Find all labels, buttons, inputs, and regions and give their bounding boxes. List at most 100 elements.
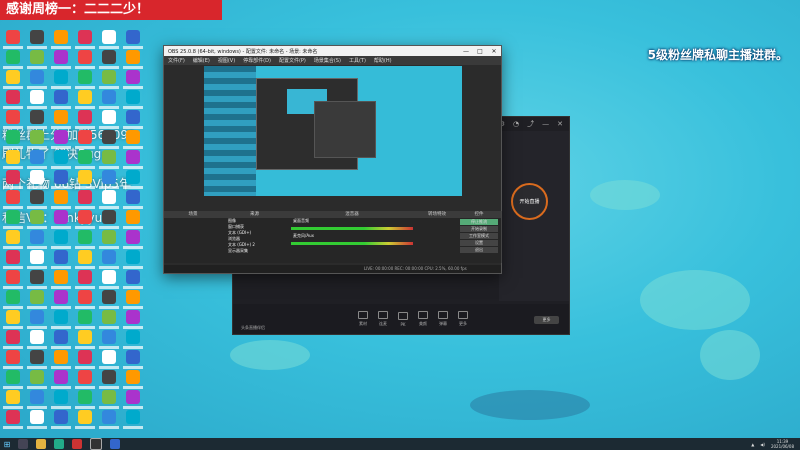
desktop-shortcut-icon[interactable] <box>50 230 72 250</box>
bell-icon[interactable]: ◔ <box>513 120 519 128</box>
menu-tools[interactable]: 工具(T) <box>349 57 366 64</box>
desktop-shortcut-icon[interactable] <box>98 230 120 250</box>
desktop-shortcut-icon[interactable] <box>26 230 48 250</box>
desktop-shortcut-icon[interactable] <box>2 330 24 350</box>
desktop-shortcut-icon[interactable] <box>50 50 72 70</box>
tool-material[interactable]: 素材 <box>358 311 368 327</box>
network-icon[interactable]: ▲ <box>751 442 754 447</box>
desktop-shortcut-icon[interactable] <box>74 70 96 90</box>
more-button[interactable]: 更多 <box>534 316 559 324</box>
desktop-shortcut-icon[interactable] <box>74 230 96 250</box>
desktop-shortcut-icon[interactable] <box>2 70 24 90</box>
tool-link-mic[interactable]: 连麦 <box>378 311 388 327</box>
clock[interactable]: 11:39 2021/06/08 <box>771 439 794 449</box>
desktop-shortcut-icon[interactable] <box>122 390 144 410</box>
desktop-shortcut-icon[interactable] <box>26 310 48 330</box>
start-recording-button[interactable]: 开始录制 <box>460 226 498 232</box>
menu-file[interactable]: 文件(F) <box>168 57 185 64</box>
desktop-shortcut-icon[interactable] <box>50 170 72 190</box>
desktop-shortcut-icon[interactable] <box>26 250 48 270</box>
desktop-shortcut-icon[interactable] <box>50 290 72 310</box>
desktop-shortcut-icon[interactable] <box>98 90 120 110</box>
desktop-shortcut-icon[interactable] <box>122 210 144 230</box>
desktop-shortcut-icon[interactable] <box>98 70 120 90</box>
desktop-shortcut-icon[interactable] <box>98 410 120 430</box>
desktop-shortcut-icon[interactable] <box>2 110 24 130</box>
desktop-shortcut-icon[interactable] <box>2 230 24 250</box>
desktop-shortcut-icon[interactable] <box>98 50 120 70</box>
desktop-shortcut-icon[interactable] <box>2 190 24 210</box>
desktop-shortcut-icon[interactable] <box>74 90 96 110</box>
desktop-shortcut-icon[interactable] <box>2 210 24 230</box>
desktop-shortcut-icon[interactable] <box>74 390 96 410</box>
desktop-shortcut-icon[interactable] <box>74 310 96 330</box>
search-icon[interactable] <box>18 439 28 449</box>
desktop-shortcut-icon[interactable] <box>2 290 24 310</box>
desktop-shortcut-icon[interactable] <box>2 310 24 330</box>
desktop-shortcut-icon[interactable] <box>26 290 48 310</box>
desktop-shortcut-icon[interactable] <box>122 310 144 330</box>
desktop-shortcut-icon[interactable] <box>98 310 120 330</box>
app-icon[interactable] <box>72 439 82 449</box>
desktop-shortcut-icon[interactable] <box>50 150 72 170</box>
desktop-shortcut-icon[interactable] <box>98 370 120 390</box>
desktop-shortcut-icon[interactable] <box>74 50 96 70</box>
desktop-shortcut-icon[interactable] <box>122 190 144 210</box>
desktop-shortcut-icon[interactable] <box>98 190 120 210</box>
desktop-shortcut-icon[interactable] <box>50 270 72 290</box>
desktop-shortcut-icon[interactable] <box>26 210 48 230</box>
desktop-shortcut-icon[interactable] <box>74 190 96 210</box>
menu-edit[interactable]: 编辑(E) <box>193 57 210 64</box>
desktop-shortcut-icon[interactable] <box>26 170 48 190</box>
menu-view[interactable]: 视图(V) <box>218 57 235 64</box>
desktop-shortcut-icon[interactable] <box>26 370 48 390</box>
desktop-shortcut-icon[interactable] <box>2 150 24 170</box>
desktop-shortcut-icon[interactable] <box>50 410 72 430</box>
desktop-shortcut-icon[interactable] <box>2 390 24 410</box>
maximize-icon[interactable]: □ <box>473 48 487 55</box>
desktop-shortcut-icon[interactable] <box>74 130 96 150</box>
desktop-shortcut-icon[interactable] <box>26 130 48 150</box>
app-icon[interactable] <box>110 439 120 449</box>
obs-preview[interactable] <box>204 66 462 196</box>
desktop-shortcut-icon[interactable] <box>122 230 144 250</box>
obs-icon[interactable] <box>90 438 102 450</box>
tool-beauty[interactable]: 美颜 <box>418 311 428 327</box>
desktop-shortcut-icon[interactable] <box>26 410 48 430</box>
desktop-shortcut-icon[interactable] <box>98 130 120 150</box>
desktop-shortcut-icon[interactable] <box>26 90 48 110</box>
start-live-button[interactable]: 开始直播 <box>511 183 548 220</box>
obs-window[interactable]: OBS 25.0.8 (64-bit, windows) - 配置文件: 未命名… <box>163 45 502 274</box>
menu-scene-collection[interactable]: 场景集合(S) <box>314 57 341 64</box>
desktop-shortcut-icon[interactable] <box>50 30 72 50</box>
desktop-shortcut-icon[interactable] <box>50 210 72 230</box>
close-icon[interactable]: ✕ <box>487 48 501 55</box>
desktop-shortcut-icon[interactable] <box>2 90 24 110</box>
desktop-shortcut-icon[interactable] <box>74 250 96 270</box>
mixer-meter[interactable] <box>291 227 413 230</box>
desktop-shortcut-icon[interactable] <box>50 330 72 350</box>
desktop-shortcut-icon[interactable] <box>50 110 72 130</box>
desktop-shortcut-icon[interactable] <box>2 410 24 430</box>
desktop-shortcut-icon[interactable] <box>74 110 96 130</box>
desktop-shortcut-icon[interactable] <box>98 390 120 410</box>
desktop-shortcut-icon[interactable] <box>2 170 24 190</box>
desktop-shortcut-icon[interactable] <box>98 30 120 50</box>
desktop-shortcut-icon[interactable] <box>26 350 48 370</box>
source-item[interactable]: 显示器采集 <box>222 248 287 254</box>
desktop-shortcut-icon[interactable] <box>50 350 72 370</box>
desktop-shortcut-icon[interactable] <box>74 370 96 390</box>
desktop-shortcut-icon[interactable] <box>74 30 96 50</box>
desktop-shortcut-icon[interactable] <box>98 330 120 350</box>
close-icon[interactable]: ✕ <box>557 120 563 128</box>
settings-button[interactable]: 设置 <box>460 240 498 246</box>
desktop-shortcut-icon[interactable] <box>2 30 24 50</box>
desktop-shortcut-icon[interactable] <box>98 270 120 290</box>
desktop-shortcut-icon[interactable] <box>122 110 144 130</box>
tool-danmaku[interactable]: 弹幕 <box>438 311 448 327</box>
desktop-shortcut-icon[interactable] <box>122 170 144 190</box>
desktop-shortcut-icon[interactable] <box>2 350 24 370</box>
desktop-shortcut-icon[interactable] <box>74 290 96 310</box>
desktop-shortcut-icon[interactable] <box>122 90 144 110</box>
desktop-shortcut-icon[interactable] <box>26 190 48 210</box>
